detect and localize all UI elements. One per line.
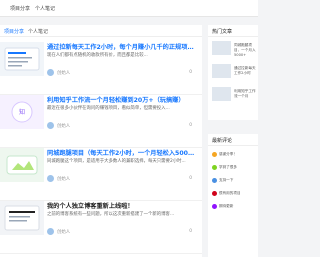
author-name[interactable]: 创始人 xyxy=(57,176,70,182)
article-excerpt: 最近在很多小伙伴在询问的赚钱项目，看似简单，但需要投入... xyxy=(47,106,170,111)
article-meta: 创始人 0 xyxy=(47,122,197,130)
latest-comments-title: 最新评论 xyxy=(212,138,233,144)
hot-article-thumbnail[interactable] xyxy=(212,64,231,78)
comment-text[interactable]: 期待更新 xyxy=(219,204,258,209)
comment-avatar xyxy=(212,204,217,209)
hot-article-thumbnail[interactable] xyxy=(212,41,231,55)
article-title[interactable]: 同城跑腿项目（每天工作2小时，一个月轻松入5000+） xyxy=(47,148,197,157)
nav-item-personal-notes[interactable]: 个人笔记 xyxy=(35,5,55,12)
article-list: 项目分享 个人笔记 通过拉新每天工作2小时，每个月赚小几千的正规项目！ 现在人们… xyxy=(0,25,202,257)
top-navigation: 项目分享 个人笔记 xyxy=(0,0,258,17)
article-card[interactable]: 同城跑腿项目（每天工作2小时，一个月轻松入5000+） 同城跑腿这个项目，是适用… xyxy=(0,148,202,201)
divider xyxy=(208,36,258,37)
article-title[interactable]: 我的个人独立博客重新上线啦！ xyxy=(47,201,197,210)
author-avatar xyxy=(47,228,54,235)
comment-text[interactable]: 支持一下 xyxy=(219,178,258,183)
hot-article-title[interactable]: 通过拉新每天工作2小时 xyxy=(234,66,258,76)
comment-count[interactable]: 0 xyxy=(189,176,192,181)
comment-avatar xyxy=(212,165,217,170)
comment-text[interactable]: 感谢分享！ xyxy=(219,152,258,157)
comment-avatar xyxy=(212,178,217,183)
article-thumbnail[interactable]: 知 xyxy=(0,95,44,129)
nav-item-project-share[interactable]: 项目分享 xyxy=(10,5,30,12)
comment-count[interactable]: 0 xyxy=(189,70,192,75)
hot-articles-title: 热门文章 xyxy=(212,29,233,35)
comment-text[interactable]: 很有用的项目 xyxy=(219,191,258,196)
article-meta: 创始人 0 xyxy=(47,69,197,77)
comment-avatar xyxy=(212,191,217,196)
tab-project-share[interactable]: 项目分享 xyxy=(4,28,24,35)
article-meta: 创始人 0 xyxy=(47,175,197,183)
article-thumbnail[interactable] xyxy=(0,42,44,76)
article-card[interactable]: 我的个人独立博客重新上线啦！ 之前的博客系统有一些问题，所以这次重新搭建了一个新… xyxy=(0,201,202,254)
article-meta: 创始人 0 xyxy=(47,228,197,236)
author-avatar xyxy=(47,122,54,129)
latest-comments-card: 最新评论 感谢分享！ 学到了很多 支持一下 很有用的项目 期待更新 xyxy=(208,134,258,257)
article-excerpt: 现在人们都有点随机的收款所有价，而且都是比较... xyxy=(47,53,148,58)
author-avatar xyxy=(47,69,54,76)
comment-avatar xyxy=(212,152,217,157)
article-card[interactable]: 通过拉新每天工作2小时，每个月赚小几千的正规项目！ 现在人们都有点随机的收款所有… xyxy=(0,42,202,95)
comment-count[interactable]: 0 xyxy=(189,123,192,128)
author-name[interactable]: 创始人 xyxy=(57,123,70,129)
article-title[interactable]: 利用知乎工作流一个月轻松赚到20万+（玩搞赚） xyxy=(47,95,197,104)
comment-count[interactable]: 0 xyxy=(189,229,192,234)
author-name[interactable]: 创始人 xyxy=(57,229,70,235)
category-tabs: 项目分享 个人笔记 xyxy=(0,25,202,37)
article-title[interactable]: 通过拉新每天工作2小时，每个月赚小几千的正规项目！ xyxy=(47,42,197,51)
comment-text[interactable]: 学到了很多 xyxy=(219,165,258,170)
hot-article-title[interactable]: 利用知乎工作流一个月 xyxy=(234,89,258,99)
divider xyxy=(208,145,258,146)
article-card[interactable]: 知 利用知乎工作流一个月轻松赚到20万+（玩搞赚） 最近在很多小伙伴在询问的赚钱… xyxy=(0,95,202,148)
author-avatar xyxy=(47,175,54,182)
article-excerpt: 之前的博客系统有一些问题，所以这次重新搭建了一个新的博客... xyxy=(47,212,175,217)
hot-article-title[interactable]: 同城跑腿项目，一个月入5000+ xyxy=(234,43,258,58)
article-thumbnail[interactable] xyxy=(0,148,44,182)
hot-article-thumbnail[interactable] xyxy=(212,87,231,101)
svg-text:知: 知 xyxy=(19,108,25,116)
tab-personal-notes[interactable]: 个人笔记 xyxy=(28,28,48,35)
hot-articles-card: 热门文章 同城跑腿项目，一个月入5000+ 通过拉新每天工作2小时 利用知乎工作… xyxy=(208,25,258,120)
article-excerpt: 同城跑腿这个项目，是适用于大多数人的兼职选择，每天只需要2小时... xyxy=(47,159,186,164)
author-name[interactable]: 创始人 xyxy=(57,70,70,76)
article-thumbnail[interactable] xyxy=(0,201,44,235)
